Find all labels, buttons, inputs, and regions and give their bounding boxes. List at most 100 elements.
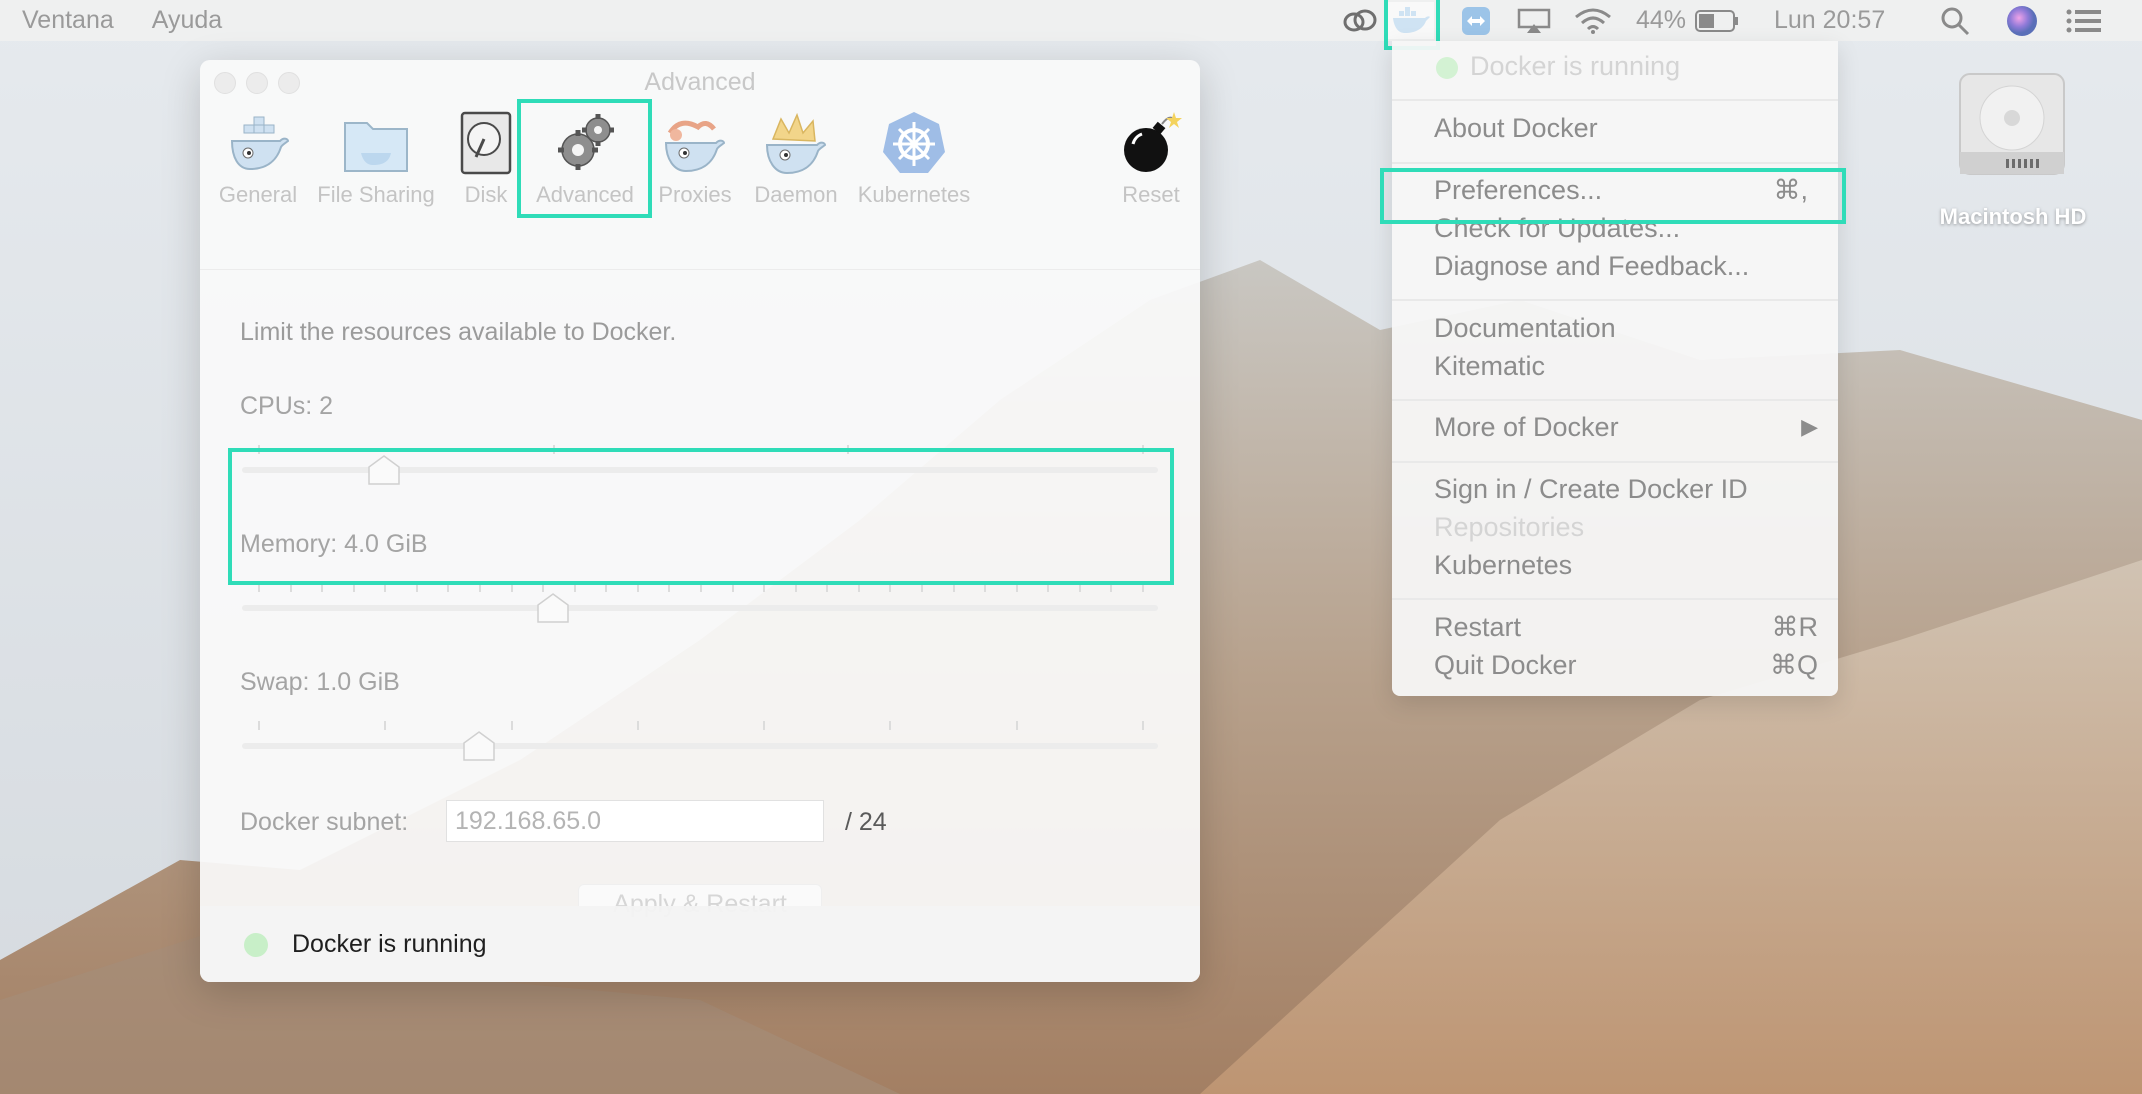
whale-daemon-icon: [763, 110, 829, 176]
docker-whale-icon[interactable]: [1388, 2, 1434, 39]
wifi-icon[interactable]: [1572, 4, 1614, 37]
tab-reset-label: Reset: [1122, 182, 1180, 207]
slider-tick: [605, 583, 608, 592]
tab-daemon[interactable]: Daemon: [748, 110, 844, 208]
kubernetes-helm-icon: [881, 110, 947, 176]
menu-separator: [1392, 99, 1838, 101]
slider-tick: [1078, 583, 1081, 592]
menu-diagnose-feedback[interactable]: Diagnose and Feedback...: [1434, 251, 1749, 282]
slider-tick: [700, 583, 702, 592]
slider-tick: [984, 583, 987, 592]
menu-kitematic[interactable]: Kitematic: [1434, 351, 1545, 382]
slider-thumb[interactable]: [368, 455, 401, 485]
clock[interactable]: Lun 20:57: [1774, 6, 1885, 35]
siri-icon[interactable]: [2004, 4, 2040, 37]
tab-disk[interactable]: Disk: [454, 110, 518, 208]
slider-tick: [258, 721, 260, 730]
slider-tick: [952, 583, 955, 592]
status-bar: Docker is running: [200, 906, 1200, 982]
menu-preferences[interactable]: Preferences...: [1434, 175, 1602, 206]
menu-separator: [1392, 162, 1838, 164]
slider-tick: [1142, 583, 1144, 592]
teamviewer-icon[interactable]: [1458, 4, 1494, 37]
slider-tick: [258, 583, 260, 592]
slider-track[interactable]: [242, 605, 1158, 611]
swap-slider[interactable]: [242, 721, 1158, 761]
airplay-icon[interactable]: [1514, 4, 1554, 37]
menu-separator: [1392, 461, 1838, 463]
docker-subnet-label: Docker subnet:: [240, 808, 409, 836]
slider-tick: [1110, 583, 1113, 592]
slider-thumb[interactable]: [536, 593, 569, 623]
menu-status: Docker is running: [1470, 51, 1681, 81]
slider-tick: [763, 721, 766, 730]
slider-tick: [258, 445, 260, 454]
memory-label: Memory: 4.0 GiB: [240, 530, 428, 558]
menu-ventana[interactable]: Ventana: [22, 6, 114, 35]
folder-icon: [343, 110, 409, 176]
slider-tick: [510, 721, 513, 730]
slider-tick: [552, 445, 555, 454]
docker-menu: Docker is running About Docker Preferenc…: [1392, 41, 1838, 696]
slider-tick: [847, 445, 850, 454]
tab-file-sharing-label: File Sharing: [317, 182, 435, 207]
tab-general-label: General: [218, 182, 298, 207]
tab-kubernetes-label: Kubernetes: [857, 182, 971, 207]
battery-percent: 44%: [1636, 6, 1687, 34]
battery-icon[interactable]: [1694, 4, 1740, 37]
memory-slider[interactable]: [242, 583, 1158, 623]
menu-restart[interactable]: Restart: [1434, 612, 1521, 643]
cpus-slider[interactable]: [242, 445, 1158, 485]
slider-tick: [668, 583, 671, 592]
menu-ayuda[interactable]: Ayuda: [152, 6, 222, 35]
status-text: Docker is running: [292, 930, 487, 958]
slider-tick: [857, 583, 860, 592]
panel-description: Limit the resources available to Docker.: [240, 318, 677, 346]
slider-thumb[interactable]: [463, 731, 495, 761]
menu-sign-in[interactable]: Sign in / Create Docker ID: [1434, 474, 1748, 505]
menu-more-of-docker[interactable]: More of Docker: [1434, 412, 1619, 443]
slider-tick: [1142, 445, 1144, 454]
slider-tick: [510, 583, 513, 592]
tab-kubernetes[interactable]: Kubernetes: [852, 110, 976, 208]
slider-tick: [352, 583, 355, 592]
tab-proxies[interactable]: Proxies: [652, 110, 738, 208]
slider-tick: [1047, 583, 1050, 592]
slider-tick: [763, 583, 766, 592]
search-icon[interactable]: [1936, 4, 1974, 37]
slider-tick: [542, 583, 545, 592]
slider-tick: [921, 583, 923, 592]
slider-tick: [415, 583, 418, 592]
title-bar[interactable]: Advanced: [200, 60, 1200, 96]
slider-track[interactable]: [242, 743, 1158, 749]
slider-tick: [731, 583, 734, 592]
slider-tick: [1142, 721, 1144, 730]
notification-center-icon[interactable]: [2064, 4, 2104, 37]
menu-quit-docker[interactable]: Quit Docker: [1434, 650, 1577, 681]
tab-proxies-label: Proxies: [658, 182, 732, 207]
tab-reset[interactable]: Reset: [1116, 110, 1186, 208]
tab-general[interactable]: General: [216, 110, 300, 208]
tab-advanced[interactable]: Advanced: [530, 110, 640, 208]
menu-kubernetes[interactable]: Kubernetes: [1434, 550, 1572, 581]
cpus-label: CPUs: 2: [240, 392, 334, 420]
status-indicator-icon: [244, 933, 268, 957]
creative-cloud-icon[interactable]: [1340, 4, 1380, 37]
tab-file-sharing[interactable]: File Sharing: [312, 110, 440, 208]
menu-repositories: Repositories: [1434, 512, 1585, 542]
preferences-shortcut: ⌘,: [1773, 175, 1808, 205]
whale-proxies-icon: [662, 110, 728, 176]
restart-shortcut: ⌘R: [1771, 612, 1819, 642]
macintosh-hd-label: Macintosh HD: [1939, 204, 2087, 229]
preferences-toolbar: General File Sharing Disk Advanced Proxi…: [200, 100, 1200, 270]
menu-check-updates[interactable]: Check for Updates...: [1434, 213, 1680, 244]
bomb-icon: [1118, 110, 1184, 176]
menu-about-docker[interactable]: About Docker: [1434, 113, 1598, 144]
menu-documentation[interactable]: Documentation: [1434, 313, 1616, 344]
slider-tick: [384, 721, 387, 730]
macintosh-hd-icon[interactable]: [1952, 64, 2072, 184]
docker-subnet-input[interactable]: [446, 800, 824, 842]
slider-tick: [636, 721, 639, 730]
swap-label: Swap: 1.0 GiB: [240, 668, 400, 696]
running-status-icon: [1436, 57, 1458, 79]
